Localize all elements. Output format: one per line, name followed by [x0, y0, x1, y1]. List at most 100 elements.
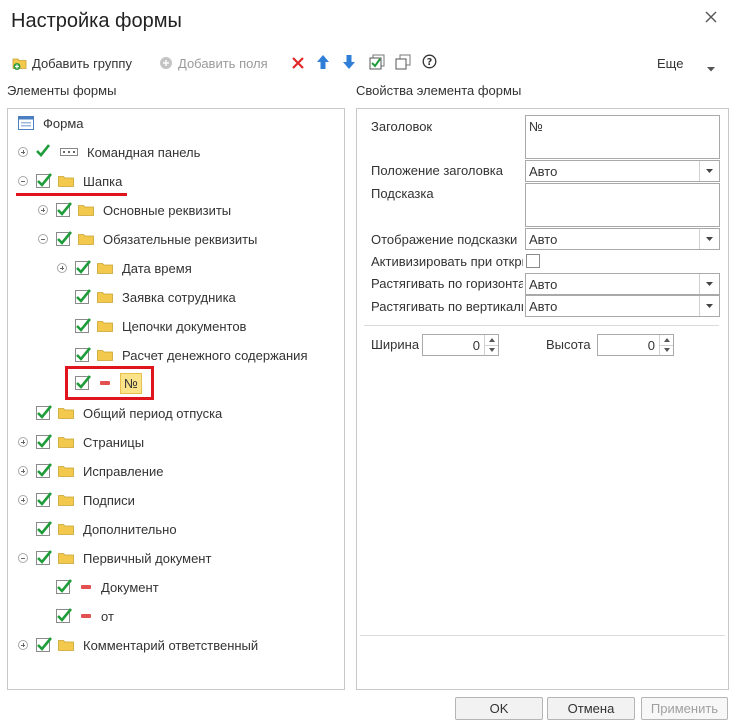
divider	[364, 325, 719, 326]
add-group-button[interactable]: Добавить группу	[12, 54, 132, 72]
checkbox[interactable]	[56, 608, 72, 623]
checkbox[interactable]	[56, 579, 72, 594]
tree-item-employee-request[interactable]: Заявка сотрудника	[75, 286, 236, 308]
folder-icon	[78, 205, 94, 216]
checkbox[interactable]	[75, 318, 91, 333]
collapse-icon[interactable]	[18, 176, 28, 186]
tree-item-primary-document[interactable]: Первичный документ	[18, 547, 211, 569]
spin-up-icon[interactable]	[485, 335, 498, 346]
checkbox[interactable]	[36, 434, 52, 449]
width-spinner[interactable]: 0	[422, 334, 499, 356]
collapse-icon[interactable]	[38, 234, 48, 244]
header-position-select[interactable]: Авто	[525, 160, 720, 182]
checkbox[interactable]	[36, 173, 52, 188]
tooltip-input[interactable]	[525, 183, 720, 227]
header-input[interactable]: №	[525, 115, 720, 159]
activate-on-open-checkbox[interactable]	[526, 254, 540, 268]
spin-up-icon[interactable]	[660, 335, 673, 346]
checkbox[interactable]	[75, 375, 91, 390]
tree-item-document[interactable]: Документ	[56, 576, 159, 598]
tree-item-label: Дата время	[122, 260, 192, 276]
stretch-vertical-select[interactable]: Авто	[525, 295, 720, 317]
tree-item-label: от	[101, 608, 114, 624]
chevron-down-icon[interactable]	[699, 296, 719, 316]
expand-icon[interactable]	[18, 147, 28, 157]
stretch-horizontal-select[interactable]: Авто	[525, 273, 720, 295]
checkbox[interactable]	[36, 492, 52, 507]
add-fields-button[interactable]: Добавить поля	[158, 54, 268, 72]
tree-item-salary-calc[interactable]: Расчет денежного содержания	[75, 344, 308, 366]
expand-icon[interactable]	[18, 640, 28, 650]
collapse-icon[interactable]	[18, 553, 28, 563]
checkbox[interactable]	[56, 202, 72, 217]
tree-item-main-props[interactable]: Основные реквизиты	[38, 199, 231, 221]
more-menu-button[interactable]: Еще	[657, 54, 683, 72]
tree-item-from[interactable]: от	[56, 605, 114, 627]
tree-item-document-chains[interactable]: Цепочки документов	[75, 315, 246, 337]
move-up-icon[interactable]	[316, 54, 332, 70]
element-properties-label: Свойства элемента формы	[356, 83, 522, 98]
header-label: Заголовок	[371, 119, 433, 134]
checkbox[interactable]	[36, 637, 52, 652]
checkbox[interactable]	[36, 463, 52, 478]
checkbox[interactable]	[75, 289, 91, 304]
cancel-button[interactable]: Отмена	[547, 697, 635, 720]
tree-item-required-props[interactable]: Обязательные реквизиты	[38, 228, 257, 250]
tree-item-form[interactable]: Форма	[18, 112, 84, 134]
tree-item-date-time[interactable]: Дата время	[57, 257, 192, 279]
checkbox[interactable]	[75, 347, 91, 362]
expand-icon[interactable]	[18, 495, 28, 505]
tree-item-responsible-comment[interactable]: Комментарий ответственный	[18, 634, 258, 656]
expand-icon[interactable]	[38, 205, 48, 215]
tree-item-vacation-period[interactable]: Общий период отпуска	[36, 402, 222, 424]
checkbox[interactable]	[75, 260, 91, 275]
close-icon[interactable]	[704, 10, 720, 26]
chevron-down-icon[interactable]	[699, 161, 719, 181]
checkbox[interactable]	[36, 521, 52, 536]
tree-item-additional[interactable]: Дополнительно	[36, 518, 177, 540]
tree-item-correction[interactable]: Исправление	[18, 460, 163, 482]
tree-item-label: Цепочки документов	[122, 318, 247, 334]
delete-icon[interactable]	[291, 54, 307, 70]
folder-icon	[58, 524, 74, 535]
svg-text:?: ?	[427, 57, 433, 68]
checkbox[interactable]	[36, 405, 52, 420]
checkbox[interactable]	[36, 550, 52, 565]
add-fields-label: Добавить поля	[178, 55, 268, 71]
tree-item-header[interactable]: Шапка	[18, 170, 122, 192]
tree-item-signatures[interactable]: Подписи	[18, 489, 135, 511]
spin-down-icon[interactable]	[660, 346, 673, 356]
help-icon[interactable]: ?	[422, 54, 438, 70]
check-icon[interactable]	[36, 144, 50, 159]
spin-down-icon[interactable]	[485, 346, 498, 356]
uncheck-all-icon[interactable]	[395, 54, 411, 70]
tree-item-label: Командная панель	[87, 144, 201, 160]
more-dropdown-icon[interactable]	[707, 60, 715, 75]
tooltip-display-select[interactable]: Авто	[525, 228, 720, 250]
checkbox[interactable]	[56, 231, 72, 246]
folder-icon	[97, 350, 113, 361]
folder-icon	[58, 437, 74, 448]
tree-item-number[interactable]: №	[75, 372, 142, 394]
tree-item-label: Общий период отпуска	[83, 405, 223, 421]
spinner-value: 0	[647, 337, 655, 353]
apply-button[interactable]: Применить	[641, 697, 728, 720]
header-position-label: Положение заголовка	[371, 163, 503, 178]
expand-icon[interactable]	[18, 437, 28, 447]
height-spinner[interactable]: 0	[597, 334, 674, 356]
check-all-icon[interactable]	[369, 54, 385, 70]
ok-button[interactable]: OK	[455, 697, 543, 720]
expand-icon[interactable]	[18, 466, 28, 476]
tree-item-command-panel[interactable]: Командная панель	[18, 141, 200, 163]
tree-item-label: Дополнительно	[83, 521, 177, 537]
chevron-down-icon[interactable]	[699, 229, 719, 249]
select-value: Авто	[529, 276, 558, 292]
move-down-icon[interactable]	[342, 54, 358, 70]
form-icon	[18, 116, 34, 130]
tree-item-label: №	[120, 372, 142, 394]
chevron-down-icon[interactable]	[699, 274, 719, 294]
tree-item-pages[interactable]: Страницы	[18, 431, 144, 453]
tree-item-label: Исправление	[83, 463, 164, 479]
tooltip-label: Подсказка	[371, 186, 434, 201]
expand-icon[interactable]	[57, 263, 67, 273]
